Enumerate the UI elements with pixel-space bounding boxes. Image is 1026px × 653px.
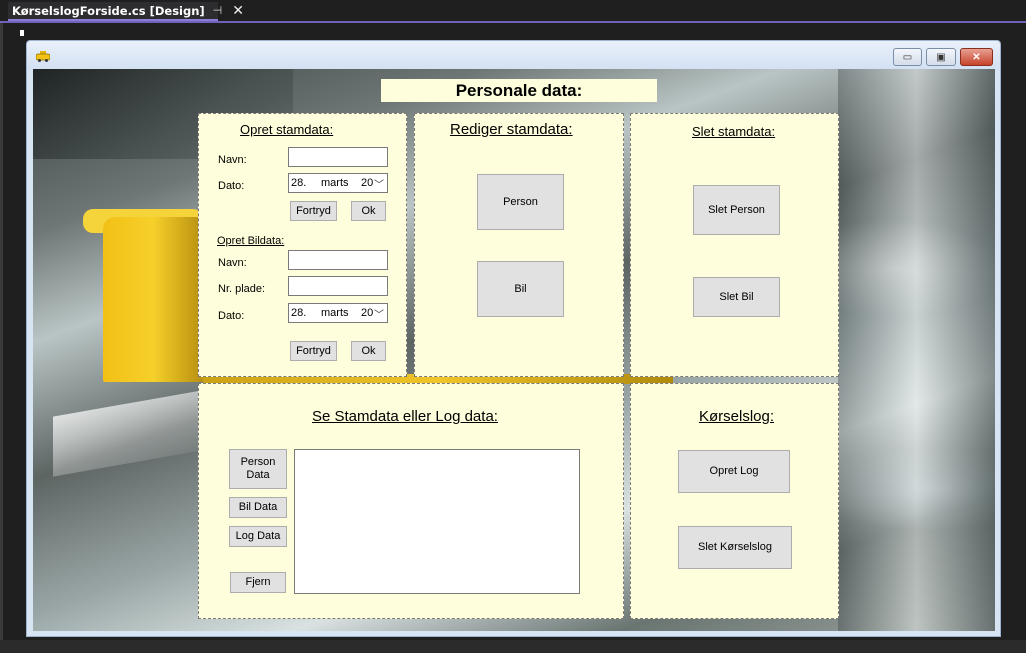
person-data-button[interactable]: Person Data	[229, 449, 287, 489]
bil-dato-month: marts	[321, 307, 349, 319]
slet-stamdata-panel: Slet stamdata: Slet Person Slet Bil	[630, 113, 839, 377]
fortryd-button[interactable]: Fortryd	[290, 201, 337, 221]
document-tab-strip: KørselslogForside.cs [Design] ⊣ ✕	[0, 0, 1026, 22]
bil-data-button[interactable]: Bil Data	[229, 497, 287, 518]
left-edge	[0, 23, 3, 640]
form-client-area: Personale data: Opret stamdata: Navn: Da…	[33, 69, 995, 631]
opret-stamdata-panel: Opret stamdata: Navn: Dato: 28. marts 20…	[198, 113, 407, 377]
chevron-down-icon[interactable]: ﹀	[374, 306, 384, 321]
bil-dato-label: Dato:	[218, 310, 245, 322]
rediger-stamdata-heading: Rediger stamdata:	[450, 121, 573, 138]
maximize-button[interactable]: ▣	[926, 48, 956, 66]
bottom-bar	[0, 640, 1026, 653]
page-title: Personale data:	[381, 79, 657, 102]
rediger-bil-button[interactable]: Bil	[477, 261, 564, 317]
dato-month: marts	[321, 177, 349, 189]
opret-log-button[interactable]: Opret Log	[678, 450, 790, 493]
slet-person-button[interactable]: Slet Person	[693, 185, 780, 235]
dato-label: Dato:	[218, 180, 245, 192]
window-close-button[interactable]: ✕	[960, 48, 993, 66]
fjern-button[interactable]: Fjern	[230, 572, 286, 593]
log-data-button[interactable]: Log Data	[229, 526, 287, 547]
taxi-icon	[36, 51, 50, 62]
form-titlebar[interactable]: ▭ ▣ ✕	[27, 41, 1000, 69]
opret-bildata-heading: Opret Bildata:	[217, 235, 285, 247]
korselslog-panel: Kørselslog: Opret Log Slet Kørselslog	[630, 383, 839, 619]
selection-handle[interactable]	[20, 30, 24, 36]
se-data-panel: Se Stamdata eller Log data: Person Data …	[198, 383, 624, 619]
bil-navn-input[interactable]	[288, 250, 388, 270]
bil-dato-picker[interactable]: 28. marts 20 ﹀	[288, 303, 388, 323]
opret-stamdata-heading: Opret stamdata:	[240, 122, 334, 137]
nr-plade-input[interactable]	[288, 276, 388, 296]
nr-plade-label: Nr. plade:	[218, 283, 266, 295]
rediger-person-button[interactable]: Person	[477, 174, 564, 230]
korselslog-heading: Kørselslog:	[699, 408, 775, 425]
se-data-heading: Se Stamdata eller Log data:	[312, 408, 498, 425]
close-icon[interactable]: ✕	[232, 3, 244, 19]
bil-ok-button[interactable]: Ok	[351, 341, 386, 361]
background-photo-right	[838, 69, 995, 631]
slet-korselslog-button[interactable]: Slet Kørselslog	[678, 526, 792, 569]
dato-day: 28.	[291, 177, 307, 189]
bil-dato-year: 20	[361, 307, 373, 319]
ok-button[interactable]: Ok	[351, 201, 386, 221]
form-window: ▭ ▣ ✕ Personale data: Opret stamdata: Na…	[26, 40, 1001, 637]
document-tab[interactable]: KørselslogForside.cs [Design] ⊣ ✕	[8, 2, 244, 21]
bil-navn-label: Navn:	[218, 257, 247, 269]
background-photo-taxi	[103, 217, 203, 382]
dato-picker[interactable]: 28. marts 20 ﹀	[288, 173, 388, 193]
dato-year: 20	[361, 177, 373, 189]
minimize-button[interactable]: ▭	[893, 48, 922, 66]
chevron-down-icon[interactable]: ﹀	[374, 176, 384, 191]
rediger-stamdata-panel: Rediger stamdata: Person Bil	[414, 113, 624, 377]
bil-fortryd-button[interactable]: Fortryd	[290, 341, 337, 361]
navn-input[interactable]	[288, 147, 388, 167]
slet-bil-button[interactable]: Slet Bil	[693, 277, 780, 317]
data-listbox[interactable]	[294, 449, 580, 594]
document-tab-label: KørselslogForside.cs [Design]	[12, 3, 205, 18]
bil-dato-day: 28.	[291, 307, 307, 319]
slet-stamdata-heading: Slet stamdata:	[692, 124, 776, 139]
pin-icon[interactable]: ⊣	[213, 4, 223, 17]
navn-label: Navn:	[218, 154, 247, 166]
